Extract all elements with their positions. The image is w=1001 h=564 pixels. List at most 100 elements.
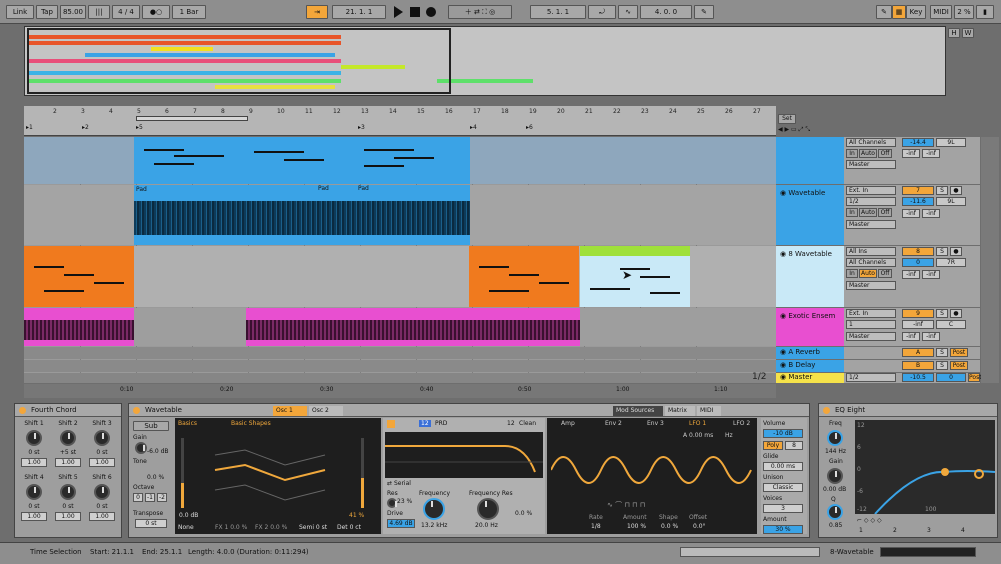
velocity-box[interactable]: 1.00: [55, 458, 81, 467]
tab-amp[interactable]: Amp: [561, 420, 575, 427]
eq-q-knob[interactable]: [827, 504, 843, 520]
arrangement-view[interactable]: Pad Pad Pad ➤: [24, 137, 776, 383]
return-b-activator[interactable]: B: [902, 361, 934, 370]
glide-field[interactable]: 0.00 ms: [763, 462, 803, 471]
follow-icon[interactable]: ●○: [142, 5, 170, 19]
monitor-auto-button[interactable]: Auto: [859, 208, 877, 217]
track-header-master[interactable]: ◉ Master: [776, 373, 844, 383]
monitor-off-button[interactable]: Off: [878, 149, 892, 158]
tab-lfo2[interactable]: LFO 2: [733, 420, 750, 427]
track-activator[interactable]: 8: [902, 247, 934, 256]
track-header-return-b[interactable]: ◉ B Delay: [776, 360, 844, 372]
locator-5[interactable]: ▸5: [136, 124, 143, 131]
h-button[interactable]: H: [948, 28, 960, 38]
shift-5-knob[interactable]: [60, 484, 76, 500]
send-b[interactable]: -inf: [922, 209, 940, 218]
device-on-icon[interactable]: [133, 407, 140, 414]
monitor-in-button[interactable]: In: [846, 149, 858, 158]
poly-button[interactable]: Poly: [763, 441, 783, 450]
master-pan[interactable]: 0: [936, 373, 966, 382]
pan-field[interactable]: 7R: [936, 258, 966, 267]
filter-1-toggle[interactable]: [387, 420, 395, 428]
send-a[interactable]: -inf: [902, 209, 920, 218]
filter-2-freq-knob[interactable]: [477, 498, 499, 520]
voices-field[interactable]: 3: [763, 504, 803, 513]
track-header-1[interactable]: [776, 137, 844, 184]
midi-clip[interactable]: [134, 137, 470, 184]
band-2-toggle[interactable]: 2: [893, 527, 897, 534]
send-a[interactable]: -inf: [902, 270, 920, 279]
send-a[interactable]: -inf: [902, 149, 920, 158]
arrangement-follow-icon[interactable]: ⇥: [306, 5, 328, 19]
device-title[interactable]: EQ Eight: [819, 404, 997, 417]
input-channel-select[interactable]: All Channels: [846, 258, 896, 267]
track-overview-strip[interactable]: [880, 547, 976, 557]
send-b[interactable]: -inf: [922, 332, 940, 341]
oscillator-display[interactable]: Basics Basic Shapes 0.0 dB 41 % None FX …: [175, 418, 381, 534]
eq-display[interactable]: 12 6 0 -6 -12 100: [855, 420, 995, 514]
input-channel-select[interactable]: 1: [846, 320, 896, 329]
tab-mod-sources[interactable]: Mod Sources: [613, 406, 663, 416]
wavetable-category-select[interactable]: Basics: [178, 420, 197, 427]
pan-field[interactable]: 9L: [936, 197, 966, 206]
lfo-rate-value[interactable]: 1/8: [591, 523, 601, 530]
volume-field[interactable]: -10 dB: [763, 429, 803, 438]
drive-field[interactable]: 4.69 dB: [387, 519, 415, 528]
arrangement-overview[interactable]: [24, 26, 946, 96]
track-header-3[interactable]: ◉ 8 Wavetable: [776, 246, 844, 307]
lfo-offset-value[interactable]: 0.0°: [693, 523, 706, 530]
monitor-off-button[interactable]: Off: [878, 269, 892, 278]
return-lane-b[interactable]: [24, 360, 776, 372]
meter-field[interactable]: 4 / 4: [112, 5, 140, 19]
audio-clip-magenta[interactable]: [24, 308, 134, 346]
eq-gain-knob[interactable]: [827, 468, 843, 484]
master-post[interactable]: Post: [968, 373, 982, 382]
filter-curve-display[interactable]: [385, 432, 543, 478]
pan-field[interactable]: 9L: [936, 138, 966, 147]
filter-2-slope[interactable]: 12: [507, 420, 515, 427]
loop-brace[interactable]: [136, 116, 248, 121]
device-title[interactable]: Fourth Chord: [15, 404, 121, 417]
routing-select[interactable]: ⇄ Serial: [387, 480, 411, 487]
tab-lfo1[interactable]: LFO 1: [689, 420, 706, 427]
eq-freq-knob[interactable]: [827, 430, 843, 446]
position-field[interactable]: 21. 1. 1: [332, 5, 386, 19]
wavetable-select[interactable]: Basic Shapes: [231, 420, 271, 427]
tab-env3[interactable]: Env 3: [647, 420, 664, 427]
transpose-field[interactable]: 0 st: [135, 519, 167, 528]
tab-osc-1[interactable]: Osc 1: [273, 406, 307, 416]
key-map-button[interactable]: Key: [906, 5, 926, 19]
output-select[interactable]: Master: [846, 281, 896, 290]
volume-field[interactable]: -11.6: [902, 197, 934, 206]
record-icon[interactable]: [426, 7, 436, 17]
octave-minus-2[interactable]: -2: [157, 493, 167, 502]
master-output-select[interactable]: 1/2: [846, 373, 896, 382]
w-button[interactable]: W: [962, 28, 974, 38]
draw-mode-icon[interactable]: ✎: [694, 5, 714, 19]
output-select[interactable]: Master: [846, 220, 896, 229]
monitor-off-button[interactable]: Off: [878, 208, 892, 217]
poly-voices-select[interactable]: 8: [785, 441, 803, 450]
tab-env2[interactable]: Env 2: [605, 420, 622, 427]
master-volume[interactable]: -10.5: [902, 373, 934, 382]
band-1-toggle[interactable]: 1: [859, 527, 863, 534]
arm-button[interactable]: ●: [950, 247, 962, 256]
solo-button[interactable]: S: [936, 186, 948, 195]
shift-1-knob[interactable]: [26, 430, 42, 446]
device-on-icon[interactable]: [823, 407, 830, 414]
detune-value[interactable]: Det 0 ct: [337, 524, 361, 531]
input-channel-select[interactable]: All Channels: [846, 138, 896, 147]
monitor-auto-button[interactable]: Auto: [859, 269, 877, 278]
send-b[interactable]: -inf: [922, 270, 940, 279]
fx2-value[interactable]: FX 2 0.0 %: [255, 524, 287, 531]
master-lane[interactable]: [24, 373, 776, 383]
output-select[interactable]: Master: [846, 160, 896, 169]
locator-1[interactable]: ▸1: [26, 124, 33, 131]
output-select[interactable]: Master: [846, 332, 896, 341]
band-4-toggle[interactable]: 4: [961, 527, 965, 534]
fx1-value[interactable]: FX 1 0.0 %: [215, 524, 247, 531]
velocity-box[interactable]: 1.00: [89, 458, 115, 467]
midi-map-button[interactable]: MIDI: [930, 5, 952, 19]
solo-button[interactable]: S: [936, 361, 948, 370]
monitor-in-button[interactable]: In: [846, 208, 858, 217]
